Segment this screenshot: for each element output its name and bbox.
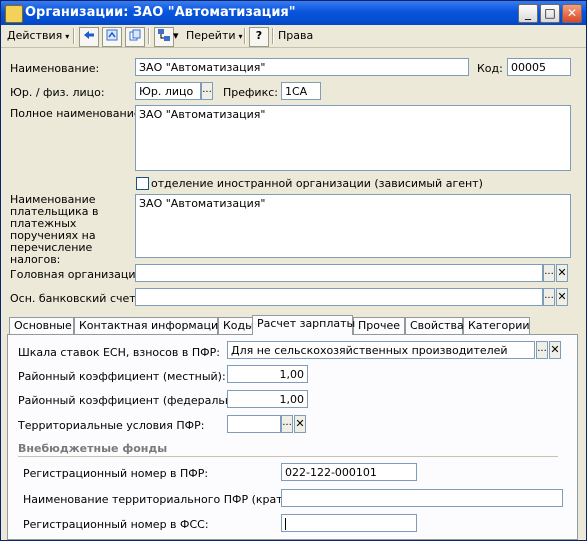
rights-button[interactable]: Права xyxy=(278,27,313,45)
payer-name-input[interactable]: ЗАО "Автоматизация" xyxy=(135,194,571,258)
tab-payroll[interactable]: Расчет зарплаты xyxy=(252,315,355,335)
bank-account-label: Осн. банковский счет: xyxy=(10,292,140,305)
esn-scale-select-button[interactable]: ... xyxy=(536,341,548,359)
head-org-input[interactable] xyxy=(135,264,543,282)
territorial-input[interactable] xyxy=(227,415,281,433)
toolbar-separator xyxy=(244,28,246,44)
actions-menu[interactable]: Действия ▾ xyxy=(7,27,69,45)
structure-dropdown-icon[interactable]: ▾ xyxy=(173,27,179,45)
tab-main[interactable]: Основные xyxy=(9,317,74,334)
close-button[interactable]: ✕ xyxy=(562,4,582,23)
name-label: Наименование: xyxy=(10,62,100,75)
head-org-clear-icon[interactable]: ✕ xyxy=(556,264,568,282)
bank-account-input[interactable] xyxy=(135,288,543,306)
prefix-label: Префикс: xyxy=(223,86,278,99)
go-back-icon[interactable] xyxy=(79,27,99,47)
tab-categories[interactable]: Категории xyxy=(463,317,530,334)
territorial-label: Территориальные условия ПФР: xyxy=(18,419,205,432)
territorial-select-button[interactable]: ... xyxy=(281,415,293,433)
goto-menu[interactable]: Перейти ▾ xyxy=(186,27,243,45)
pfr-reg-input[interactable]: 022-122-000101 xyxy=(281,463,417,481)
refresh-icon[interactable] xyxy=(102,27,122,47)
help-icon[interactable]: ? xyxy=(249,27,269,47)
full-name-label: Полное наименование: xyxy=(10,107,145,120)
fss-reg-label: Регистрационный номер в ФСС: xyxy=(23,518,209,531)
tab-properties[interactable]: Свойства xyxy=(405,317,464,334)
pfr-territorial-input[interactable] xyxy=(281,489,563,507)
pfr-territorial-label: Наименование территориального ПФР (кратк… xyxy=(23,493,311,506)
entity-type-label: Юр. / физ. лицо: xyxy=(10,86,105,99)
fss-reg-input[interactable] xyxy=(281,514,417,532)
district-federal-input[interactable]: 1,00 xyxy=(227,390,308,408)
title-bar[interactable]: Организации: ЗАО "Автоматизация" _ □ ✕ xyxy=(1,1,586,25)
entity-type-select[interactable]: Юр. лицо xyxy=(135,82,201,100)
entity-type-select-button[interactable]: ... xyxy=(201,82,213,100)
full-name-input[interactable]: ЗАО "Автоматизация" xyxy=(135,105,571,171)
organization-window: Организации: ЗАО "Автоматизация" _ □ ✕ Д… xyxy=(0,0,587,541)
tab-contact-info[interactable]: Контактная информация xyxy=(74,317,225,334)
section-divider xyxy=(18,456,558,457)
foreign-branch-checkbox[interactable] xyxy=(136,177,149,190)
foreign-branch-label: отделение иностранной организации (завис… xyxy=(151,177,483,190)
app-icon xyxy=(5,5,23,23)
head-org-select-button[interactable]: ... xyxy=(543,264,555,282)
code-label: Код: xyxy=(477,62,503,75)
head-org-label: Головная организация: xyxy=(10,268,146,281)
prefix-input[interactable]: 1СА xyxy=(281,82,321,100)
esn-scale-label: Шкала ставок ЕСН, взносов в ПФР: xyxy=(18,346,220,359)
funds-section-title: Внебюджетные фонды xyxy=(18,442,168,455)
name-input[interactable]: ЗАО "Автоматизация" xyxy=(135,58,469,76)
minimize-button[interactable]: _ xyxy=(518,4,538,23)
actions-menu-label: Действия xyxy=(7,29,63,42)
window-title: Организации: ЗАО "Автоматизация" xyxy=(25,5,296,20)
toolbar-separator xyxy=(73,28,75,44)
copy-icon[interactable] xyxy=(125,27,145,47)
district-local-label: Районный коэффициент (местный): xyxy=(18,370,226,383)
goto-menu-label: Перейти xyxy=(186,29,236,42)
text-cursor xyxy=(285,518,286,530)
toolbar: Действия ▾ ▾ Перейти ▾ ? Права xyxy=(1,25,586,48)
tab-codes[interactable]: Коды xyxy=(218,317,256,334)
structure-icon[interactable] xyxy=(154,27,174,47)
tab-other[interactable]: Прочее xyxy=(353,317,405,334)
code-input[interactable]: 00005 xyxy=(507,58,571,76)
territorial-clear-icon[interactable]: ✕ xyxy=(294,415,306,433)
district-local-input[interactable]: 1,00 xyxy=(227,365,308,383)
bank-account-select-button[interactable]: ... xyxy=(543,288,555,306)
district-federal-label: Районный коэффициент (федеральный): xyxy=(18,394,256,407)
toolbar-separator xyxy=(148,28,150,44)
esn-scale-clear-icon[interactable]: ✕ xyxy=(549,341,561,359)
pfr-reg-label: Регистрационный номер в ПФР: xyxy=(23,467,209,480)
esn-scale-input[interactable]: Для не сельскохозяйственных производител… xyxy=(227,341,535,359)
chevron-down-icon: ▾ xyxy=(65,32,70,41)
toolbar-separator xyxy=(272,28,274,44)
bank-account-clear-icon[interactable]: ✕ xyxy=(556,288,568,306)
payer-name-label: Наименование плательщика в платежных пор… xyxy=(10,193,99,266)
maximize-button[interactable]: □ xyxy=(540,4,560,23)
chevron-down-icon: ▾ xyxy=(238,32,243,41)
